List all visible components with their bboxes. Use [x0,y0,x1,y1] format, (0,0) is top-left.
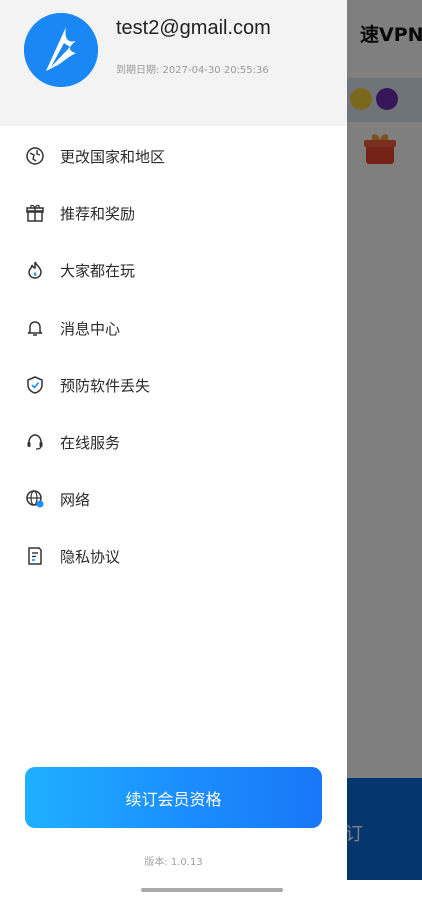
home-indicator[interactable] [141,888,283,892]
menu-item-label: 推荐和奖励 [60,205,136,224]
menu-item-prevent-app-loss[interactable]: 预防软件丢失 [0,356,347,413]
avatar[interactable] [24,13,98,87]
app-logo-icon [24,13,98,87]
menu-item-referral-rewards[interactable]: 推荐和奖励 [0,184,347,241]
menu-item-network[interactable]: 网络 [0,470,347,527]
menu-item-privacy-policy[interactable]: 隐私协议 [0,527,347,584]
bell-icon [25,318,45,338]
drawer-header: test2@gmail.com 到期日期: 2027-04-30 20:55:3… [0,0,347,126]
menu-item-label: 网络 [60,491,91,510]
menu-item-label: 更改国家和地区 [60,148,166,166]
menu-item-label: 在线服务 [60,433,121,452]
membership-expiry: 到期日期: 2027-04-30 20:55:36 [116,65,269,76]
flame-icon [25,260,45,280]
network-globe-icon [25,489,45,509]
menu-item-label: 大家都在玩 [60,262,136,281]
menu-item-change-region[interactable]: 更改国家和地区 [0,127,347,184]
shield-check-icon [25,375,45,395]
navigation-drawer: test2@gmail.com 到期日期: 2027-04-30 20:55:3… [0,0,347,900]
user-email: test2@gmail.com [116,17,271,39]
gift-icon [25,203,45,223]
app-version: 版本: 1.0.13 [144,857,203,868]
menu-item-online-service[interactable]: 在线服务 [0,413,347,470]
renew-membership-button[interactable]: 续订会员资格 [25,767,322,828]
menu-item-label: 消息中心 [60,319,121,338]
globe-icon [25,146,45,166]
menu-item-label: 预防软件丢失 [60,376,151,395]
menu-item-message-center[interactable]: 消息中心 [0,299,347,356]
headset-icon [25,432,45,452]
document-icon [25,546,45,566]
drawer-menu: 更改国家和地区 推荐和奖励 大家都在玩 消息中心 预防软件丢失 在线服务 网络 … [0,127,347,585]
menu-item-popular-games[interactable]: 大家都在玩 [0,241,347,298]
menu-item-label: 隐私协议 [60,548,121,567]
